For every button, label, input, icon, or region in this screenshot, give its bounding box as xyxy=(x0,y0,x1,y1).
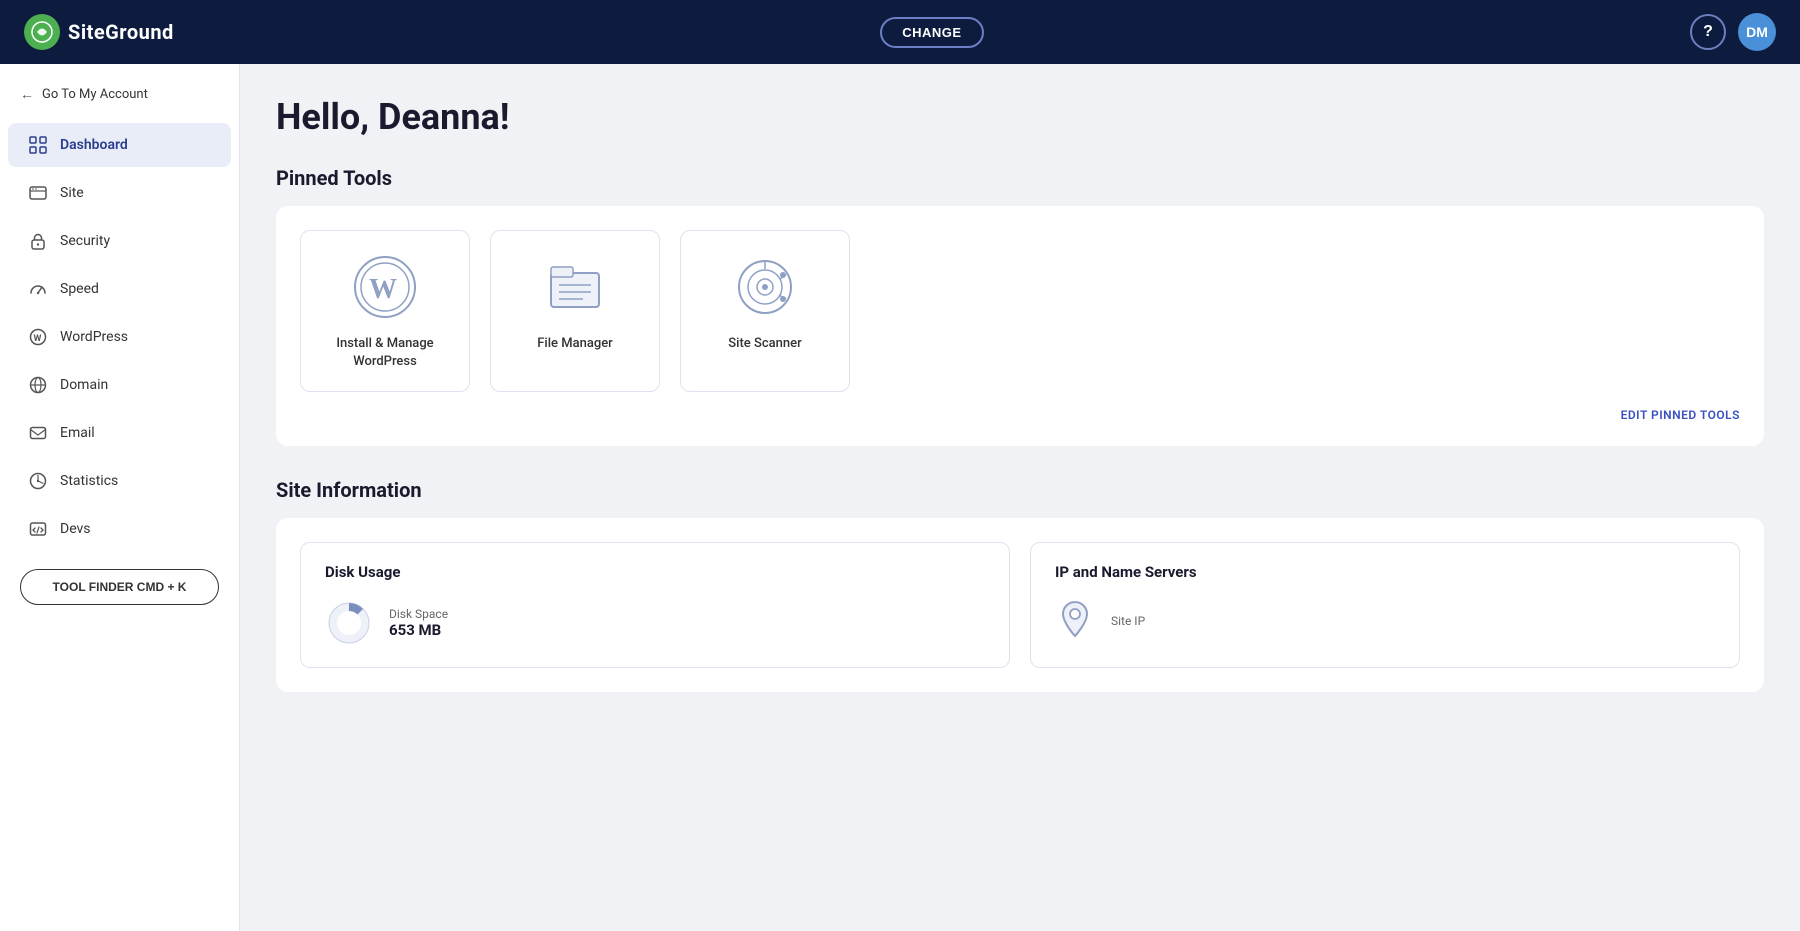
sidebar-item-site-label: Site xyxy=(60,185,84,201)
sidebar-item-domain-label: Domain xyxy=(60,377,108,393)
install-wordpress-label: Install & Manage WordPress xyxy=(317,335,453,371)
back-link-label: Go To My Account xyxy=(42,87,148,102)
ip-row: Site IP xyxy=(1055,599,1715,639)
tool-card-file-manager[interactable]: File Manager xyxy=(490,230,660,392)
sidebar-item-wordpress-label: WordPress xyxy=(60,329,128,345)
devs-icon xyxy=(28,519,48,539)
edit-pinned-tools-link[interactable]: EDIT PINNED TOOLS xyxy=(300,408,1740,422)
sidebar-item-dashboard[interactable]: Dashboard xyxy=(8,123,231,167)
sidebar-item-speed[interactable]: Speed xyxy=(8,267,231,311)
pinned-tools-card: W Install & Manage WordPress xyxy=(276,206,1764,446)
disk-usage-row: Disk Space 653 MB xyxy=(325,599,985,647)
speed-icon xyxy=(28,279,48,299)
site-info-grid: Disk Usage Disk Space 653 MB xyxy=(300,542,1740,668)
sidebar-item-security[interactable]: Security xyxy=(8,219,231,263)
site-ip-label: Site IP xyxy=(1111,614,1145,628)
help-button[interactable]: ? xyxy=(1690,14,1726,50)
disk-usage-panel: Disk Usage Disk Space 653 MB xyxy=(300,542,1010,668)
logo-text: SiteGround xyxy=(68,20,174,44)
change-button[interactable]: CHANGE xyxy=(880,17,983,48)
site-information-section: Site Information Disk Usage xyxy=(276,478,1764,692)
stats-icon xyxy=(28,471,48,491)
location-icon xyxy=(1055,599,1095,639)
sidebar-item-dashboard-label: Dashboard xyxy=(60,137,128,153)
sidebar-item-devs-label: Devs xyxy=(60,521,91,537)
wordpress-tool-icon: W xyxy=(349,251,421,323)
tool-card-site-scanner[interactable]: Site Scanner xyxy=(680,230,850,392)
sidebar-item-security-label: Security xyxy=(60,233,110,249)
pinned-tools-section: Pinned Tools W Install & Manage WordPres… xyxy=(276,166,1764,446)
main-content: Hello, Deanna! Pinned Tools W xyxy=(240,64,1800,931)
wp-icon: W xyxy=(28,327,48,347)
sidebar-item-domain[interactable]: Domain xyxy=(8,363,231,407)
sidebar-item-devs[interactable]: Devs xyxy=(8,507,231,551)
nav-right: ? DM xyxy=(1690,13,1776,51)
sidebar-item-email-label: Email xyxy=(60,425,95,441)
page-greeting: Hello, Deanna! xyxy=(276,96,1764,138)
disk-usage-title: Disk Usage xyxy=(325,563,985,581)
top-navigation: SiteGround CHANGE ? DM xyxy=(0,0,1800,64)
site-ip-info: Site IP xyxy=(1111,610,1145,629)
disk-usage-chart xyxy=(325,599,373,647)
sidebar-item-wordpress[interactable]: W WordPress xyxy=(8,315,231,359)
logo-area: SiteGround xyxy=(24,14,174,50)
grid-icon xyxy=(28,135,48,155)
tool-card-install-wordpress[interactable]: W Install & Manage WordPress xyxy=(300,230,470,392)
site-scanner-tool-icon xyxy=(729,251,801,323)
sidebar-item-speed-label: Speed xyxy=(60,281,99,297)
lock-icon xyxy=(28,231,48,251)
ip-servers-panel: IP and Name Servers Site IP xyxy=(1030,542,1740,668)
logo-icon xyxy=(24,14,60,50)
disk-space-info: Disk Space 653 MB xyxy=(389,607,448,639)
pinned-tools-grid: W Install & Manage WordPress xyxy=(300,230,1740,392)
sidebar-item-site[interactable]: Site xyxy=(8,171,231,215)
email-icon xyxy=(28,423,48,443)
pinned-tools-title: Pinned Tools xyxy=(276,166,1764,190)
site-info-title: Site Information xyxy=(276,478,1764,502)
file-manager-tool-icon xyxy=(539,251,611,323)
back-arrow-icon: ← xyxy=(20,86,34,103)
ip-servers-title: IP and Name Servers xyxy=(1055,563,1715,581)
sidebar-item-statistics[interactable]: Statistics xyxy=(8,459,231,503)
site-info-card: Disk Usage Disk Space 653 MB xyxy=(276,518,1764,692)
sidebar-item-email[interactable]: Email xyxy=(8,411,231,455)
file-manager-label: File Manager xyxy=(537,335,613,353)
tool-finder-button[interactable]: TOOL FINDER CMD + K xyxy=(20,569,219,605)
disk-space-value: 653 MB xyxy=(389,621,448,639)
disk-space-label: Disk Space xyxy=(389,607,448,621)
sidebar-item-statistics-label: Statistics xyxy=(60,473,118,489)
back-to-account-link[interactable]: ← Go To My Account xyxy=(0,76,239,113)
sidebar: ← Go To My Account Dashboard xyxy=(0,64,240,931)
svg-text:W: W xyxy=(369,274,397,305)
user-avatar-button[interactable]: DM xyxy=(1738,13,1776,51)
site-scanner-label: Site Scanner xyxy=(728,335,801,353)
globe-icon xyxy=(28,375,48,395)
site-icon xyxy=(28,183,48,203)
svg-text:W: W xyxy=(34,334,42,344)
